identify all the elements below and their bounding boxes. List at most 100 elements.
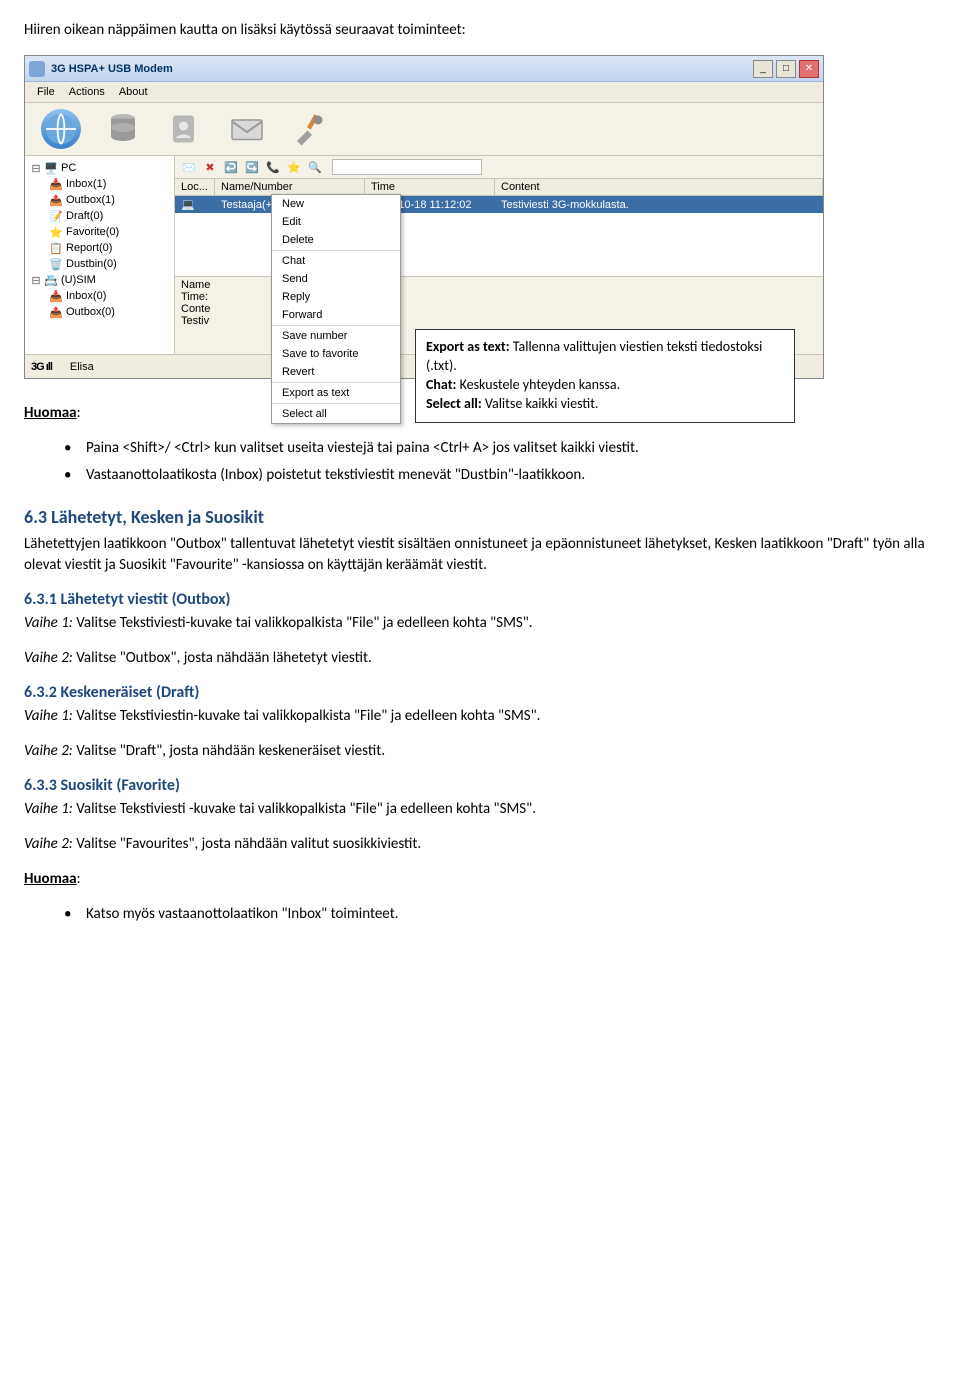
separator (272, 382, 400, 383)
note-label: Huomaa (24, 870, 77, 888)
close-button[interactable]: ✕ (799, 60, 819, 78)
v1-label: Vaihe 1: (24, 707, 73, 725)
tree-draft[interactable]: 📝Draft(0) (27, 208, 172, 224)
tree-sim[interactable]: ⊟ 📇 (U)SIM (27, 272, 172, 288)
h-631: 6.3.1 Lähetetyt viestit (Outbox) (24, 590, 936, 609)
tree-label: Report(0) (66, 242, 112, 254)
annot-l3: Valitse kaikki viestit. (482, 395, 599, 412)
annot-l2: Keskustele yhteyden kanssa. (456, 376, 620, 393)
h-632: 6.3.2 Keskeneräiset (Draft) (24, 683, 936, 702)
menu-file[interactable]: File (31, 84, 61, 100)
separator (272, 403, 400, 404)
titlebar: 3G HSPA+ USB Modem _ □ ✕ (25, 56, 823, 82)
tree-dustbin[interactable]: 🗑️Dustbin(0) (27, 256, 172, 272)
collapse-icon[interactable]: ⊟ (31, 274, 41, 287)
ctx-export[interactable]: Export as text (272, 384, 400, 402)
h-63: 6.3 Lähetetyt, Kesken ja Suosikit (24, 506, 936, 528)
ctx-save-fav[interactable]: Save to favorite (272, 345, 400, 363)
ctx-chat[interactable]: Chat (272, 252, 400, 270)
maximize-button[interactable]: □ (776, 60, 796, 78)
tree-inbox[interactable]: 📥Inbox(1) (27, 176, 172, 192)
annotation-box: Export as text: Tallenna valittujen vies… (415, 329, 795, 423)
search-input[interactable] (332, 159, 482, 175)
globe-icon[interactable] (41, 109, 81, 149)
v2-label: Vaihe 2: (24, 742, 73, 760)
list-item: Vastaanottolaatikosta (Inbox) poistetut … (64, 465, 936, 486)
reply-icon[interactable]: ↩️ (223, 159, 239, 175)
telephone-icon[interactable]: 📞 (265, 159, 281, 175)
v1-text: Valitse Tekstiviesti -kuvake tai valikko… (73, 800, 536, 818)
tree-label: Dustbin(0) (66, 258, 117, 270)
search-icon[interactable]: 🔍 (307, 159, 323, 175)
menu-actions[interactable]: Actions (63, 84, 111, 100)
report-icon: 📋 (49, 241, 63, 255)
ctx-delete[interactable]: Delete (272, 231, 400, 249)
annot-l1-b: Export as text: (426, 338, 510, 355)
tree-label: (U)SIM (61, 274, 96, 286)
tree-sim-inbox[interactable]: 📥Inbox(0) (27, 288, 172, 304)
ctx-revert[interactable]: Revert (272, 363, 400, 381)
intro-text: Hiiren oikean näppäimen kautta on lisäks… (24, 20, 936, 41)
col-name[interactable]: Name/Number (215, 179, 365, 195)
bullet-list: Paina <Shift>/ <Ctrl> kun valitset useit… (64, 438, 936, 486)
annot-l2-b: Chat: (426, 376, 456, 393)
v2-text: Valitse "Favourites", josta nähdään vali… (73, 835, 421, 853)
col-loc[interactable]: Loc... (175, 179, 215, 195)
col-content[interactable]: Content (495, 179, 823, 195)
tree-sim-outbox[interactable]: 📤Outbox(0) (27, 304, 172, 320)
ctx-send[interactable]: Send (272, 270, 400, 288)
v1-text: Valitse Tekstiviestin-kuvake tai valikko… (73, 707, 541, 725)
v2-text: Valitse "Draft", josta nähdään keskenerä… (73, 742, 385, 760)
sim-icon: 📇 (44, 273, 58, 287)
mini-toolbar: ✉️ ✖ ↩️ ↪️ 📞 ⭐ 🔍 (175, 156, 823, 179)
tools-icon[interactable] (289, 109, 329, 149)
tree-label: Outbox(0) (66, 306, 115, 318)
tree-favorite[interactable]: ⭐Favorite(0) (27, 224, 172, 240)
separator (272, 325, 400, 326)
tree-label: Favorite(0) (66, 226, 119, 238)
tree-report[interactable]: 📋Report(0) (27, 240, 172, 256)
v2-text: Valitse "Outbox", josta nähdään lähetety… (73, 649, 372, 667)
ctx-reply[interactable]: Reply (272, 288, 400, 306)
forward-icon[interactable]: ↪️ (244, 159, 260, 175)
note-label: Huomaa (24, 404, 77, 422)
message-list[interactable]: 💻 Testaaja(+358... 2011-10-18 11:12:02 T… (175, 196, 823, 276)
menu-about[interactable]: About (113, 84, 154, 100)
tree-outbox[interactable]: 📤Outbox(1) (27, 192, 172, 208)
ctx-save-number[interactable]: Save number (272, 327, 400, 345)
app-window: 3G HSPA+ USB Modem _ □ ✕ File Actions Ab… (24, 55, 824, 379)
outbox-icon: 📤 (49, 193, 63, 207)
row-loc-icon: 💻 (175, 196, 215, 213)
contacts-icon[interactable] (165, 109, 205, 149)
mail-icon[interactable] (227, 109, 267, 149)
ctx-new[interactable]: New (272, 195, 400, 213)
draft-icon: 📝 (49, 209, 63, 223)
p-63: Lähetettyjen laatikkoon "Outbox" tallent… (24, 534, 936, 576)
col-time[interactable]: Time (365, 179, 495, 195)
tree-pc[interactable]: ⊟ 🖥️ PC (27, 160, 172, 176)
collapse-icon[interactable]: ⊟ (31, 162, 41, 175)
window-title: 3G HSPA+ USB Modem (51, 63, 753, 75)
inbox-icon: 📥 (49, 289, 63, 303)
folder-tree[interactable]: ⊟ 🖥️ PC 📥Inbox(1) 📤Outbox(1) 📝Draft(0) ⭐… (25, 156, 175, 354)
ctx-forward[interactable]: Forward (272, 306, 400, 324)
delete-icon[interactable]: ✖ (202, 159, 218, 175)
database-icon[interactable] (103, 109, 143, 149)
compose-icon[interactable]: ✉️ (181, 159, 197, 175)
tree-label: PC (61, 162, 76, 174)
favorite-icon[interactable]: ⭐ (286, 159, 302, 175)
row-content: Testiviesti 3G-mokkulasta. (495, 197, 823, 213)
v2-label: Vaihe 2: (24, 835, 73, 853)
list-item: Paina <Shift>/ <Ctrl> kun valitset useit… (64, 438, 936, 459)
star-icon: ⭐ (49, 225, 63, 239)
separator (272, 250, 400, 251)
ctx-edit[interactable]: Edit (272, 213, 400, 231)
trash-icon: 🗑️ (49, 257, 63, 271)
tree-label: Draft(0) (66, 210, 103, 222)
ctx-select-all[interactable]: Select all (272, 405, 400, 423)
app-icon (29, 61, 45, 77)
inbox-icon: 📥 (49, 177, 63, 191)
outbox-icon: 📤 (49, 305, 63, 319)
annot-l3-b: Select all: (426, 395, 482, 412)
minimize-button[interactable]: _ (753, 60, 773, 78)
